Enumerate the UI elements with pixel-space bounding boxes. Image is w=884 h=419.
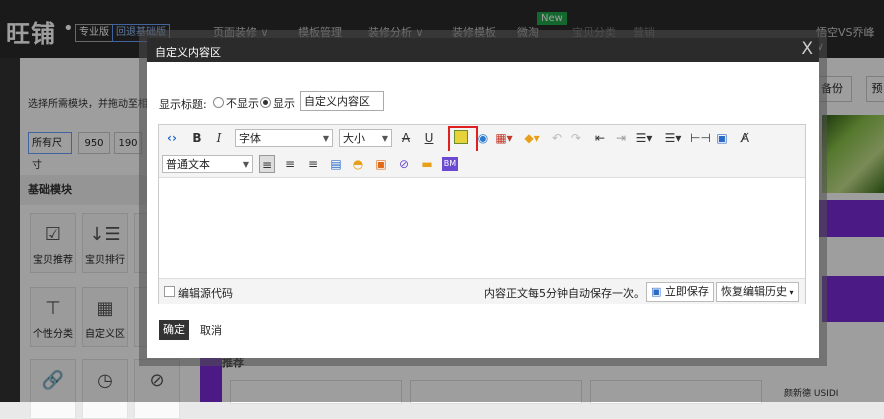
bm-icon[interactable]: BM	[442, 157, 458, 171]
undo-icon[interactable]: ↶	[550, 129, 564, 147]
dialog-title: 自定义内容区	[155, 46, 221, 59]
dialog-header: 自定义内容区 X	[147, 38, 819, 62]
cancel-button[interactable]: 取消	[200, 322, 222, 338]
text-color-icon[interactable]: ▦▾	[495, 129, 513, 147]
align-center-icon[interactable]: ≡	[282, 155, 298, 173]
ordered-list-icon[interactable]: ☰▾	[662, 129, 684, 147]
editor-footer: 编辑源代码 内容正文每5分钟自动保存一次。 ▣ 立即保存 恢复编辑历史 ▾	[159, 278, 805, 304]
unordered-list-icon[interactable]: ☰▾	[633, 129, 655, 147]
title-input[interactable]: 自定义内容区	[300, 91, 384, 111]
align-left-icon[interactable]: ≡	[259, 155, 275, 173]
editor-toolbar-row-2: 普通文本 ▼ ≡ ≡ ≡ ▤ ◓ ▣ ⊘ ▬ BM	[159, 151, 805, 178]
close-icon[interactable]: X	[801, 39, 813, 59]
fullscreen-icon[interactable]: ▣	[714, 129, 730, 147]
edit-source-checkbox[interactable]	[164, 286, 175, 297]
font-family-value: 字体	[239, 132, 261, 145]
format-value: 普通文本	[166, 158, 210, 171]
source-code-icon[interactable]: ‹›	[164, 129, 180, 147]
editor-content-area[interactable]	[159, 178, 805, 278]
radio-label: 显示	[273, 97, 295, 110]
radio-show-title[interactable]: 显示	[260, 95, 295, 111]
italic-button[interactable]: I	[211, 129, 227, 147]
dropdown-arrow-icon: ▼	[381, 134, 388, 143]
insert-module-icon[interactable]: ▬	[419, 155, 435, 173]
radio-label: 不显示	[226, 97, 259, 110]
highlight-color-icon[interactable]: ◆▾	[522, 129, 542, 147]
save-icon: ▣	[651, 285, 665, 298]
clear-format-icon[interactable]: A̸	[737, 129, 753, 147]
rich-text-editor: ‹› B I 字体 ▼ 大小 ▼ A U ◉ ▦▾ ◆▾ ↶ ↷ ⇤ ⇥ ☰▾ ☰▾…	[158, 124, 806, 304]
save-now-button[interactable]: ▣ 立即保存	[646, 282, 714, 302]
emoticon-icon[interactable]: ◓	[350, 155, 366, 173]
save-now-label: 立即保存	[664, 285, 709, 298]
bold-button[interactable]: B	[189, 129, 205, 147]
restore-history-label: 恢复编辑历史	[721, 285, 787, 298]
font-family-select[interactable]: 字体 ▼	[235, 129, 333, 147]
edit-source-label: 编辑源代码	[178, 287, 233, 300]
custom-content-dialog: 自定义内容区 X 显示标题: 不显示 显示 自定义内容区 ‹› B I 字体 ▼ …	[147, 38, 819, 358]
show-title-label: 显示标题:	[159, 98, 207, 111]
strikethrough-button[interactable]: A	[398, 129, 414, 147]
autosave-note: 内容正文每5分钟自动保存一次。	[484, 287, 645, 300]
radio-checked-icon	[260, 97, 271, 108]
horizontal-rule-icon[interactable]: ⊢⊣	[690, 129, 711, 147]
indent-icon[interactable]: ⇥	[613, 129, 629, 147]
dropdown-arrow-icon: ▾	[787, 288, 794, 297]
font-size-select[interactable]: 大小 ▼	[339, 129, 392, 147]
outdent-icon[interactable]: ⇤	[592, 129, 608, 147]
redo-icon[interactable]: ↷	[569, 129, 583, 147]
radio-icon	[213, 97, 224, 108]
insert-media-icon[interactable]: ▣	[373, 155, 389, 173]
align-right-icon[interactable]: ≡	[305, 155, 321, 173]
editor-toolbar-row-1: ‹› B I 字体 ▼ 大小 ▼ A U ◉ ▦▾ ◆▾ ↶ ↷ ⇤ ⇥ ☰▾ ☰▾…	[159, 125, 805, 154]
insert-table-icon[interactable]: ▤	[328, 155, 344, 173]
underline-button[interactable]: U	[421, 129, 437, 147]
radio-hide-title[interactable]: 不显示	[213, 95, 259, 111]
restore-history-button[interactable]: 恢复编辑历史 ▾	[716, 282, 799, 302]
format-select[interactable]: 普通文本 ▼	[162, 155, 253, 173]
flash-icon[interactable]: ⊘	[396, 155, 412, 173]
dropdown-arrow-icon: ▼	[322, 134, 329, 143]
dropdown-arrow-icon: ▼	[242, 160, 249, 169]
highlight-box	[448, 126, 478, 154]
confirm-button[interactable]: 确定	[159, 320, 189, 340]
font-size-value: 大小	[343, 132, 365, 145]
